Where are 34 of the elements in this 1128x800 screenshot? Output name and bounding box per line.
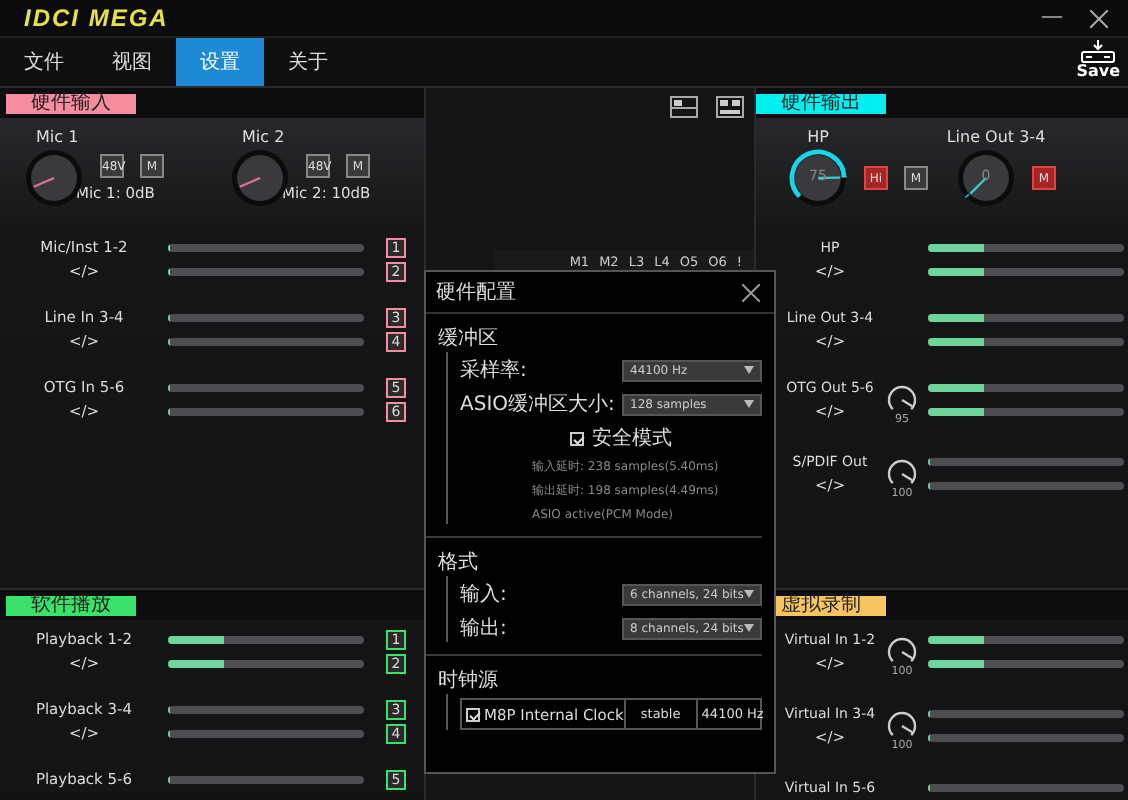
close-icon[interactable]: [1090, 9, 1108, 27]
field-label: 输出:: [460, 615, 507, 642]
checkbox-label: 安全模式: [592, 425, 672, 452]
caret-icon: [744, 400, 754, 408]
section-label: 硬件输入: [6, 93, 136, 113]
channel-name: HP: [807, 126, 829, 148]
menu-tab[interactable]: 文件: [0, 38, 88, 86]
app-logo: IDCI MEGA: [24, 4, 169, 32]
field-label: 采样率:: [460, 357, 527, 384]
group-title: 缓冲区: [438, 326, 500, 352]
caret-icon: [744, 366, 754, 374]
section-label: 硬件输出: [756, 93, 886, 113]
menu-tab[interactable]: 关于: [264, 38, 352, 86]
field-label: 输入:: [460, 581, 507, 608]
close-icon[interactable]: [742, 283, 760, 301]
save-icon: [1080, 40, 1117, 64]
channel-name: Mic 2: [240, 126, 285, 148]
caret-icon: [744, 590, 754, 598]
caret-icon: [744, 624, 754, 632]
group-title: 时钟源: [438, 668, 500, 694]
save-button[interactable]: Save: [1068, 38, 1128, 86]
layout-icon[interactable]: [670, 96, 698, 118]
checkbox[interactable]: [466, 707, 480, 721]
menu-tab[interactable]: 设置: [176, 38, 264, 86]
dialog-title: 硬件配置: [436, 279, 516, 306]
field-label: ASIO缓冲区大小:: [460, 391, 615, 418]
channel-name: Mic 1: [34, 126, 79, 148]
group-title: 格式: [438, 550, 480, 576]
minimize-icon[interactable]: [1042, 16, 1062, 20]
menu-tab[interactable]: 视图: [88, 38, 176, 86]
checkbox[interactable]: [570, 431, 584, 445]
layout-icon[interactable]: [716, 96, 744, 118]
section-label: 软件播放: [6, 595, 136, 615]
channel-name: Line Out 3-4: [946, 126, 1046, 148]
